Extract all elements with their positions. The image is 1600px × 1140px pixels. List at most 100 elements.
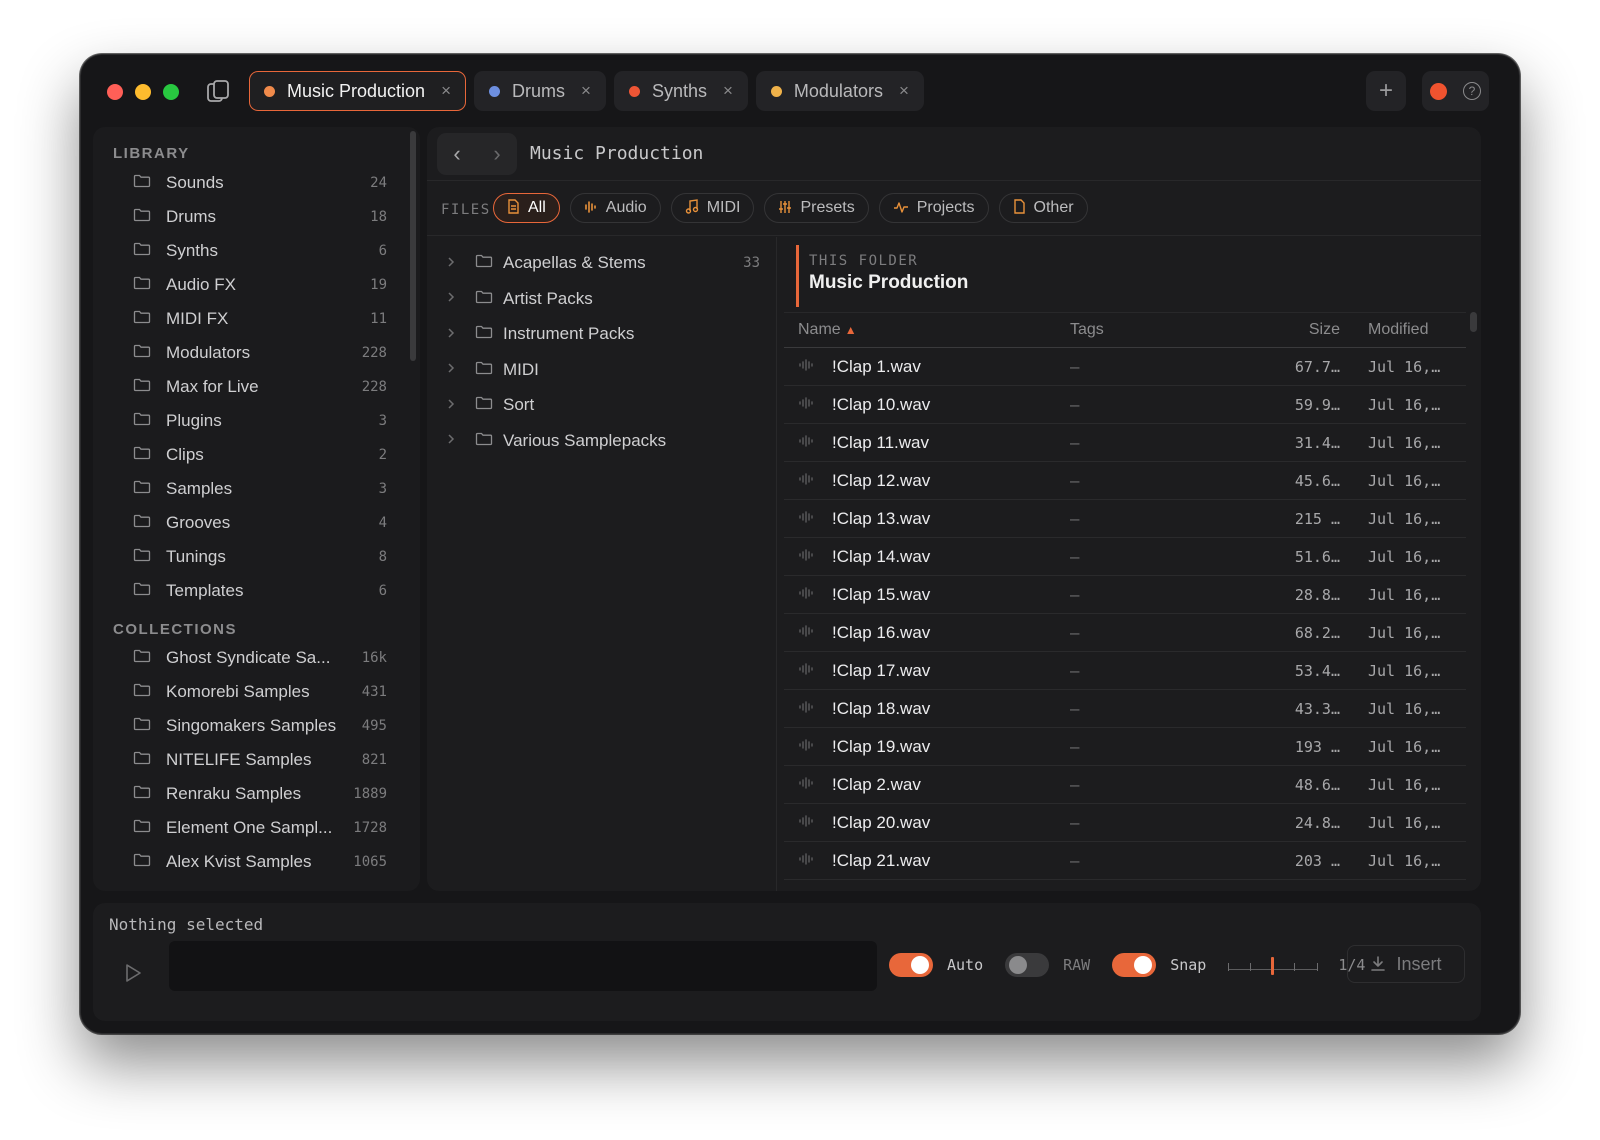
sidebar-item-drums[interactable]: Drums 18 [133, 203, 387, 231]
column-header-tags[interactable]: Tags [1070, 321, 1260, 339]
help-icon[interactable]: ? [1463, 82, 1481, 100]
sidebar-item-plugins[interactable]: Plugins 3 [133, 407, 387, 435]
table-row[interactable]: !Clap 12.wav – 45.6… Jul 16,… [784, 462, 1466, 500]
minimize-window-button[interactable] [135, 84, 151, 100]
table-row[interactable]: !Clap 17.wav – 53.4… Jul 16,… [784, 652, 1466, 690]
waveform-preview[interactable] [169, 941, 877, 991]
chevron-right-icon[interactable] [447, 291, 459, 306]
table-row[interactable]: !Clap 15.wav – 28.8… Jul 16,… [784, 576, 1466, 614]
back-arrow-icon[interactable]: ‹ [453, 141, 460, 167]
filter-chip-all[interactable]: All [493, 193, 560, 223]
close-icon[interactable]: × [581, 81, 591, 101]
table-row[interactable]: !Clap 2.wav – 48.6… Jul 16,… [784, 766, 1466, 804]
chevron-right-icon[interactable] [447, 398, 459, 413]
sidebar-item-clips[interactable]: Clips 2 [133, 441, 387, 469]
tree-item-artist-packs[interactable]: Artist Packs [427, 283, 776, 315]
table-row[interactable]: !Clap 20.wav – 24.8… Jul 16,… [784, 804, 1466, 842]
file-size: 68.2… [1294, 623, 1340, 642]
close-icon[interactable]: × [899, 81, 909, 101]
sidebar-item-singomakers-samples[interactable]: Singomakers Samples 495 [133, 712, 387, 740]
maximize-window-button[interactable] [163, 84, 179, 100]
tree-item-midi[interactable]: MIDI [427, 354, 776, 386]
sidebar-item-nitelife-samples[interactable]: NITELIFE Samples 821 [133, 746, 387, 774]
chevron-right-icon[interactable] [447, 327, 459, 342]
slider-tick [1317, 963, 1319, 971]
sidebar-item-synths[interactable]: Synths 6 [133, 237, 387, 265]
plus-icon: + [1378, 77, 1393, 104]
sidebar-scrollbar[interactable] [410, 131, 416, 361]
table-row[interactable]: !Clap 13.wav – 215 … Jul 16,… [784, 500, 1466, 538]
column-header-modified[interactable]: Modified [1340, 321, 1466, 339]
folder-icon [133, 377, 166, 397]
snap-slider[interactable] [1228, 953, 1319, 977]
folder-icon [475, 395, 503, 415]
file-size: 31.4… [1294, 433, 1340, 452]
filter-chip-presets[interactable]: Presets [764, 193, 869, 223]
sidebar: LIBRARY COLLECTIONS Sounds 24 Drums 18 Synth… [93, 127, 420, 891]
filter-chip-audio[interactable]: Audio [569, 193, 661, 223]
column-header-name[interactable]: Name ▲ [784, 321, 1070, 339]
table-scrollbar[interactable] [1470, 312, 1477, 332]
waveform-icon [784, 814, 832, 831]
sidebar-item-midi-fx[interactable]: MIDI FX 11 [133, 305, 387, 333]
slider-thumb[interactable] [1271, 957, 1275, 975]
close-icon[interactable]: × [441, 81, 451, 101]
table-row[interactable]: !Clap 11.wav – 31.4… Jul 16,… [784, 424, 1466, 462]
sidebar-item-grooves[interactable]: Grooves 4 [133, 509, 387, 537]
raw-toggle[interactable] [1005, 953, 1050, 977]
folder-icon [475, 360, 503, 380]
tab-drums[interactable]: Drums × [474, 71, 606, 111]
filter-chip-other[interactable]: Other [998, 193, 1088, 223]
table-row[interactable]: !Clap 19.wav – 193 … Jul 16,… [784, 728, 1466, 766]
table-row[interactable]: !Clap 16.wav – 68.2… Jul 16,… [784, 614, 1466, 652]
tree-item-acapellas-stems[interactable]: Acapellas & Stems 33 [427, 247, 776, 279]
column-header-size[interactable]: Size [1260, 321, 1340, 339]
play-button[interactable] [113, 953, 153, 993]
sidebar-item-renraku-samples[interactable]: Renraku Samples 1889 [133, 780, 387, 808]
tree-item-various-samplepacks[interactable]: Various Samplepacks [427, 425, 776, 457]
sidebar-item-ghost-syndicate-sa[interactable]: Ghost Syndicate Sa... 16k [133, 644, 387, 672]
tab-synths[interactable]: Synths × [613, 71, 748, 111]
table-row[interactable]: !Clap 14.wav – 51.6… Jul 16,… [784, 538, 1466, 576]
sidebar-item-tunings[interactable]: Tunings 8 [133, 543, 387, 571]
filter-chip-midi[interactable]: MIDI [670, 193, 755, 223]
chevron-right-icon[interactable] [447, 362, 459, 377]
tab-music-production[interactable]: Music Production × [249, 71, 466, 111]
table-row[interactable]: !Clap 1.wav – 67.7… Jul 16,… [784, 348, 1466, 386]
folder-icon [133, 852, 166, 872]
table-row[interactable]: !Clap 10.wav – 59.9… Jul 16,… [784, 386, 1466, 424]
sidebar-item-max-for-live[interactable]: Max for Live 228 [133, 373, 387, 401]
close-window-button[interactable] [107, 84, 123, 100]
sidebar-item-samples[interactable]: Samples 3 [133, 475, 387, 503]
folder-icon [133, 207, 166, 227]
sidebar-item-alex-kvist-samples[interactable]: Alex Kvist Samples 1065 [133, 848, 387, 876]
close-icon[interactable]: × [723, 81, 733, 101]
snap-toggle[interactable] [1112, 953, 1157, 977]
file-modified: Jul 16,… [1368, 737, 1441, 756]
record-icon[interactable] [1430, 82, 1447, 100]
chevron-right-icon[interactable] [447, 433, 459, 448]
sidebar-item-element-one-sampl[interactable]: Element One Sampl... 1728 [133, 814, 387, 842]
sidebar-toggle-icon[interactable] [205, 79, 231, 105]
sidebar-item-modulators[interactable]: Modulators 228 [133, 339, 387, 367]
sidebar-item-sounds[interactable]: Sounds 24 [133, 169, 387, 197]
filter-chip-label: Presets [800, 199, 855, 216]
sidebar-item-audio-fx[interactable]: Audio FX 19 [133, 271, 387, 299]
tree-item-instrument-packs[interactable]: Instrument Packs [427, 318, 776, 350]
chevron-right-icon[interactable] [447, 256, 459, 271]
auto-toggle[interactable] [889, 953, 933, 977]
forward-arrow-icon[interactable]: › [493, 141, 500, 167]
sidebar-item-komorebi-samples[interactable]: Komorebi Samples 431 [133, 678, 387, 706]
sidebar-item-label: NITELIFE Samples [166, 750, 312, 769]
tab-color-dot [264, 85, 275, 97]
table-row[interactable]: !Clap 21.wav – 203 … Jul 16,… [784, 842, 1466, 880]
table-row[interactable]: !Clap 18.wav – 43.3… Jul 16,… [784, 690, 1466, 728]
nav-bar: ‹ › Music Production [427, 127, 1481, 181]
sidebar-item-templates[interactable]: Templates 6 [133, 577, 387, 605]
new-tab-button[interactable]: + [1366, 71, 1406, 111]
file-modified: Jul 16,… [1368, 471, 1441, 490]
filter-chip-projects[interactable]: Projects [878, 193, 989, 223]
insert-button[interactable]: Insert [1347, 945, 1465, 983]
tab-modulators[interactable]: Modulators × [755, 71, 924, 111]
tree-item-sort[interactable]: Sort [427, 389, 776, 421]
